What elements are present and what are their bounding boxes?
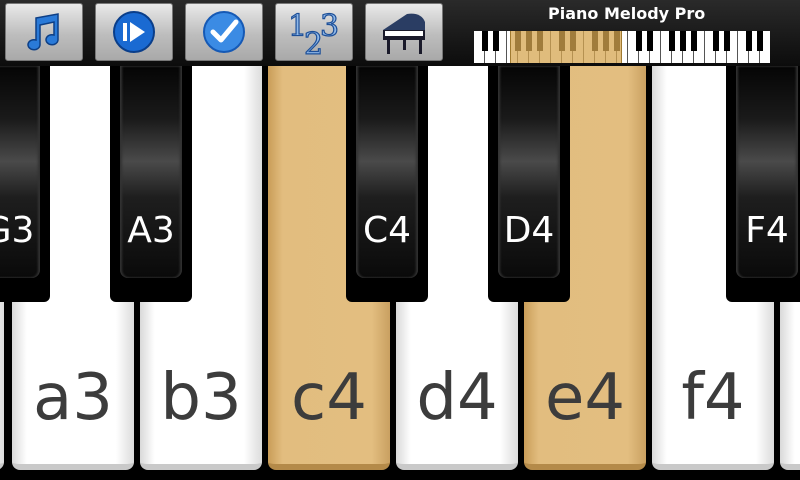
svg-text:3: 3 — [320, 9, 339, 44]
white-key-label: c4 — [291, 361, 367, 435]
visible-range-indicator[interactable] — [510, 31, 622, 63]
black-key-a3[interactable]: A3 — [110, 66, 192, 302]
black-key-label: A3 — [127, 210, 175, 251]
mini-black-key — [493, 31, 499, 51]
black-key-label: F4 — [745, 210, 789, 251]
mini-black-key — [680, 31, 686, 51]
mini-black-key — [757, 31, 763, 51]
mini-black-key — [636, 31, 642, 51]
mini-black-key — [482, 31, 488, 51]
white-key-label: a3 — [33, 361, 113, 435]
toolbar: 1 2 3 Piano Melody Pro — [0, 0, 800, 66]
play-button[interactable] — [95, 3, 173, 61]
mini-black-key — [647, 31, 653, 51]
piano-keyboard: a3 b3 c4 d4 e4 f4 G3 A3 C4 D4 F4 — [0, 66, 800, 480]
black-key-d4[interactable]: D4 — [488, 66, 570, 302]
piano-button[interactable] — [365, 3, 443, 61]
mini-black-key — [713, 31, 719, 51]
grand-piano-icon — [383, 13, 425, 54]
mini-keyboard-navigator[interactable] — [474, 31, 770, 63]
check-icon — [203, 11, 245, 53]
black-key-c4[interactable]: C4 — [346, 66, 428, 302]
mini-black-key — [691, 31, 697, 51]
mini-black-key — [746, 31, 752, 51]
numbers-button[interactable]: 1 2 3 — [275, 3, 353, 61]
white-key-label: e4 — [544, 361, 626, 435]
black-key-label: D4 — [503, 210, 555, 251]
mini-black-key — [669, 31, 675, 51]
app-title: Piano Melody Pro — [548, 4, 706, 23]
numbers-123-icon: 1 2 3 — [287, 8, 339, 58]
music-note-icon — [27, 13, 59, 51]
black-key-label: G3 — [0, 210, 35, 251]
play-icon — [113, 11, 155, 53]
white-key-label: f4 — [681, 361, 745, 435]
mini-black-key — [724, 31, 730, 51]
black-key-label: C4 — [362, 210, 412, 251]
white-key-label: d4 — [416, 361, 498, 435]
music-note-button[interactable] — [5, 3, 83, 61]
check-button[interactable] — [185, 3, 263, 61]
white-key-label: b3 — [160, 361, 242, 435]
black-key-f4[interactable]: F4 — [726, 66, 800, 302]
black-key-g3[interactable]: G3 — [0, 66, 50, 302]
